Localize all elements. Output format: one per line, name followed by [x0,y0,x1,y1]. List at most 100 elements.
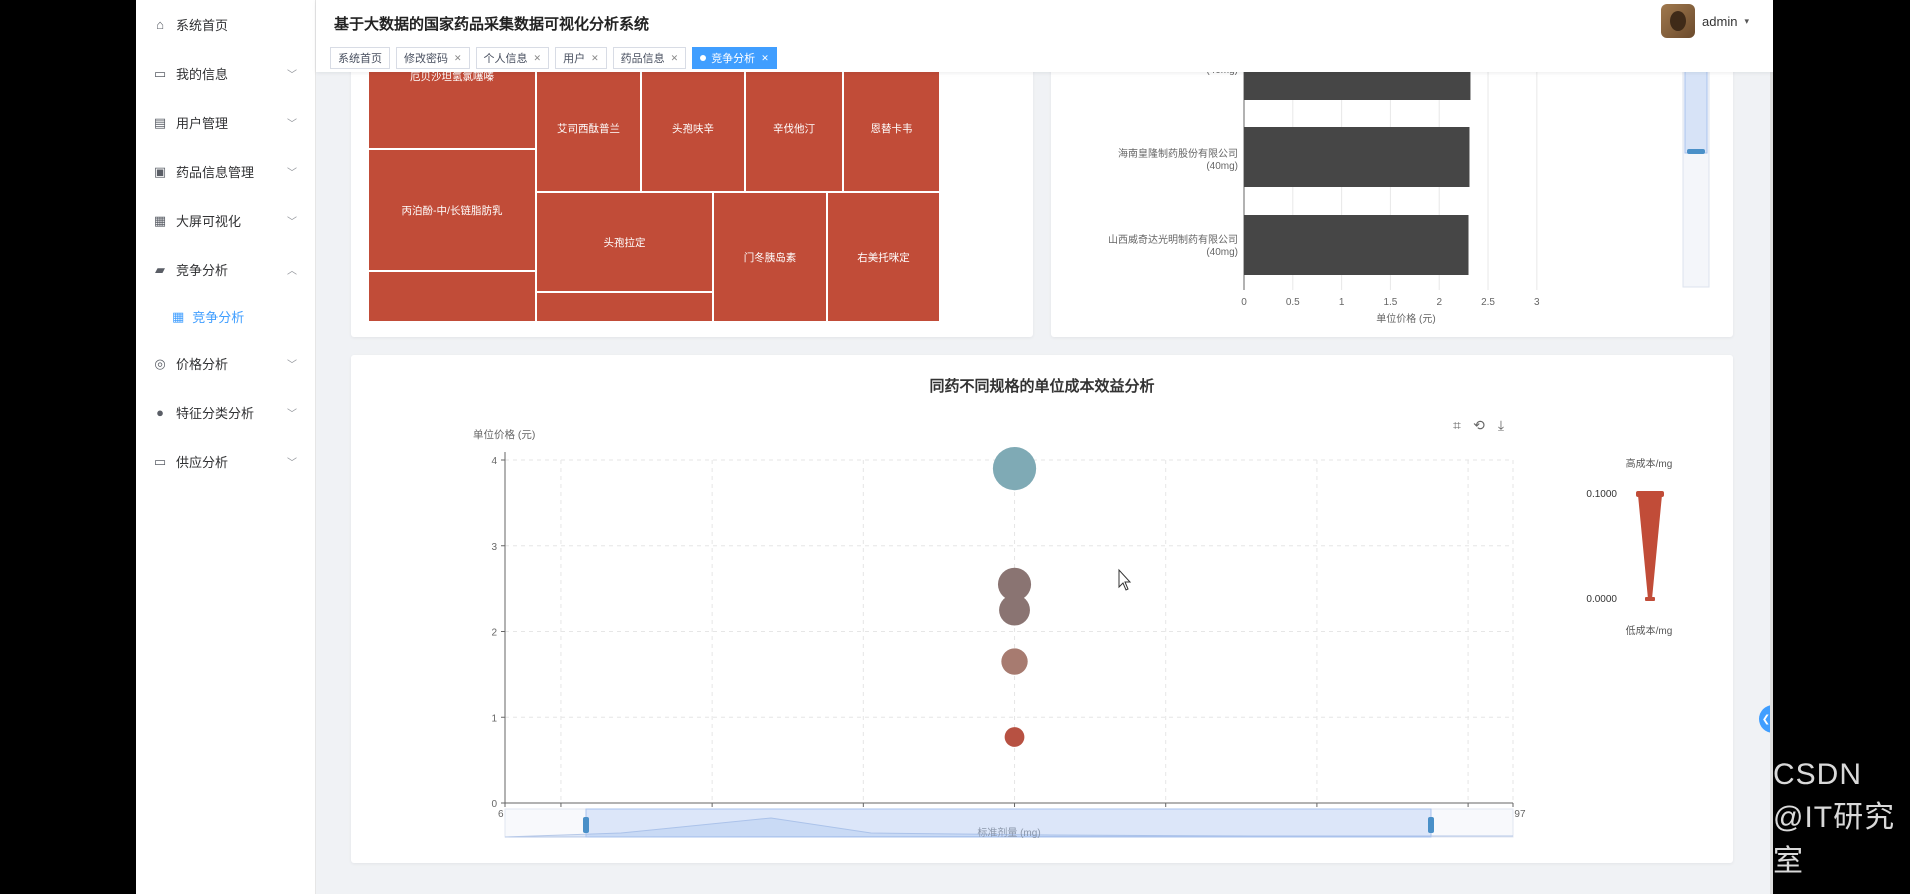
tag-personal-info[interactable]: 个人信息 ✕ [475,47,550,69]
sidebar-item-label: 大屏可视化 [176,214,242,229]
datazoom-handle [1428,817,1434,833]
clipboard-icon: ▤ [153,114,167,130]
treemap-cell[interactable]: 丙泊酚-中/长链脂肪乳 [368,149,536,271]
x-tick-label: 1 [1339,297,1345,308]
scatter-point [992,446,1037,491]
y-tick-label: 山西威奇达光明制药有限公司(40mg) [1108,233,1238,258]
bar [1244,127,1470,187]
datazoom-handle [1687,149,1705,154]
sidebar-item-price[interactable]: ◎ 价格分析 ﹀ [136,339,315,388]
sidebar-subitem-label: 竞争分析 [192,310,245,325]
sidebar: ⌂ 系统首页 ▭ 我的信息 ﹀ ▤ 用户管理 ﹀ ▣ 药品信息管理 ﹀ ▦ 大屏… [136,0,316,894]
caret-down-icon[interactable]: ▾ [1744,16,1749,27]
user-icon: ● [156,405,164,420]
x-tick-label: 2 [1436,297,1442,308]
visualmap-low-label: 低成本/mg [1626,624,1673,637]
chart-card-icon: ▭ [153,453,167,469]
datazoom-handle [583,817,589,833]
sidebar-item-label: 系统首页 [176,18,229,33]
home-icon: ⌂ [156,17,164,32]
y-tick-label: 3 [491,542,497,553]
close-icon[interactable]: ✕ [591,53,599,64]
treemap: 厄贝沙坦氢氯噻嗪 艾司西酞普兰 头孢呋辛 辛伐他汀 恩替卡韦 丙泊酚-中/长链脂… [351,65,1033,337]
treemap-cell[interactable]: 头孢拉定 [536,192,713,292]
bar-chart-card: 00.511.522.53(40mg)海南皇隆制药股份有限公司(40mg)山西威… [1051,65,1733,337]
card-icon: ▭ [153,65,167,81]
page-title: 基于大数据的国家药品采集数据可视化分析系统 [334,16,650,33]
x-tick-label: 2.5 [1481,297,1495,308]
chevron-down-icon: ﹀ [287,360,297,371]
sidebar-subitem-competition[interactable]: ▦ 竞争分析 [136,294,315,339]
sidebar-item-supply[interactable]: ▭ 供应分析 ﹀ [136,437,315,486]
header: 基于大数据的国家药品采集数据可视化分析系统 admin ▾ 系统首页 修改密码 … [316,0,1773,72]
treemap-cell[interactable]: 艾司西酞普兰 [536,65,641,192]
tag-competition[interactable]: 竞争分析 ✕ [692,47,777,69]
y-tick-label: 0 [491,799,497,810]
chevron-up-icon: ︿ [287,266,297,277]
app-window: ⌂ 系统首页 ▭ 我的信息 ﹀ ▤ 用户管理 ﹀ ▣ 药品信息管理 ﹀ ▦ 大屏… [136,0,1773,894]
sidebar-item-label: 价格分析 [176,357,229,372]
sidebar-item-user-management[interactable]: ▤ 用户管理 ﹀ [136,98,315,147]
download-icon[interactable]: ⤓ [1498,417,1504,433]
sidebar-item-competition[interactable]: ▰ 竞争分析 ︿ [136,245,315,294]
treemap-cell[interactable] [368,271,536,322]
chevron-down-icon: ﹀ [287,458,297,469]
grid-icon: ▦ [172,308,185,324]
tag-user[interactable]: 用户 ✕ [555,47,607,69]
sidebar-item-label: 特征分类分析 [176,406,255,421]
y-tick-label: 海南皇隆制药股份有限公司(40mg) [1118,147,1238,172]
chevron-down-icon: ﹀ [287,168,297,179]
treemap-cell[interactable]: 右美托咪定 [827,192,940,322]
sidebar-item-feature[interactable]: ● 特征分类分析 ﹀ [136,388,315,437]
tag-change-password[interactable]: 修改密码 ✕ [396,47,470,69]
sidebar-item-home[interactable]: ⌂ 系统首页 [136,0,315,49]
y-tick-label: 1 [491,713,497,724]
zoom-icon[interactable]: ⌗ [1453,417,1461,433]
scatter-point [1004,727,1025,747]
x-tick-label: 1.5 [1383,297,1397,308]
sidebar-item-my-info[interactable]: ▭ 我的信息 ﹀ [136,49,315,98]
tag-label: 个人信息 [483,53,528,65]
close-icon[interactable]: ✕ [761,53,769,64]
tag-drug-info[interactable]: 药品信息 ✕ [612,47,687,69]
bar [1244,215,1469,275]
avatar[interactable] [1661,4,1696,38]
user-menu[interactable]: admin ▾ [1661,4,1749,38]
sidebar-item-label: 用户管理 [176,116,229,131]
x-axis-label: 标准剂量 (mg) [977,826,1040,839]
zoom-reset-icon[interactable]: ⟲ [1473,417,1485,433]
sidebar-item-drug-management[interactable]: ▣ 药品信息管理 ﹀ [136,147,315,196]
visualmap-gradient [1638,495,1662,599]
scatter-chart-card: 同药不同规格的单位成本效益分析 单位价格 (元)012346.310203040… [351,355,1733,863]
scatter-chart: 单位价格 (元)012346.31020304050607072.97标准剂量 … [473,417,1673,839]
x-axis-label: 单位价格 (元) [1376,312,1435,325]
sidebar-item-label: 竞争分析 [176,263,229,278]
mouse-cursor-icon [1118,568,1132,591]
visualmap-high-label: 高成本/mg [1626,457,1673,470]
treemap-card: 厄贝沙坦氢氯噻嗪 艾司西酞普兰 头孢呋辛 辛伐他汀 恩替卡韦 丙泊酚-中/长链脂… [351,65,1033,337]
tag-home[interactable]: 系统首页 [330,47,390,69]
sidebar-item-big-screen[interactable]: ▦ 大屏可视化 ﹀ [136,196,315,245]
x-tick-label: 3 [1534,297,1540,308]
treemap-cell[interactable]: 恩替卡韦 [843,65,940,192]
treemap-cell[interactable]: 辛伐他汀 [745,65,843,192]
active-dot-icon [700,55,707,61]
grid-icon: ▦ [153,212,167,228]
x-tick-label: 0.5 [1286,297,1300,308]
treemap-cell[interactable]: 厄贝沙坦氢氯噻嗪 [368,65,536,149]
sidebar-item-label: 我的信息 [176,67,229,82]
close-icon[interactable]: ✕ [671,53,679,64]
treemap-cell[interactable]: 头孢呋辛 [641,65,745,192]
close-icon[interactable]: ✕ [534,53,542,64]
username[interactable]: admin [1702,14,1737,29]
sidebar-item-label: 供应分析 [176,455,229,470]
datazoom-window [1684,65,1708,154]
y-tick-label: 2 [491,628,497,639]
chart-title: 同药不同规格的单位成本效益分析 [929,378,1155,395]
close-icon[interactable]: ✕ [454,53,462,64]
treemap-cell[interactable] [536,292,713,322]
tag-label: 药品信息 [620,53,665,65]
treemap-cell[interactable]: 门冬胰岛素 [713,192,827,322]
ticket-icon: ▰ [155,261,165,277]
chevron-down-icon: ﹀ [287,217,297,228]
